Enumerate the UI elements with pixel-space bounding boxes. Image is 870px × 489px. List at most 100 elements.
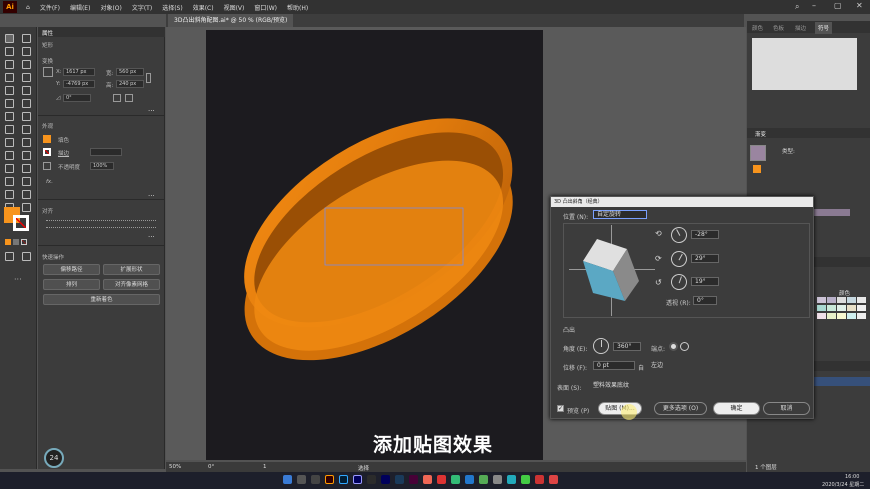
menu-effect[interactable]: 效果(C) [193, 3, 214, 12]
surface-select[interactable]: 塑料效果底纹 [589, 381, 645, 390]
offset-field[interactable]: 0 pt [593, 361, 635, 370]
zoom-tool-icon[interactable] [22, 203, 31, 212]
more-options-icon[interactable]: ··· [148, 107, 155, 115]
search-icon[interactable]: ⌕ [795, 2, 799, 12]
search-taskbar-icon[interactable] [297, 475, 306, 484]
x-field[interactable]: 1617 px [63, 68, 95, 76]
recolor-button[interactable]: 重新着色 [43, 294, 160, 305]
expand-shape-button[interactable]: 扩展形状 [103, 264, 160, 275]
width-tool-icon[interactable] [5, 125, 14, 134]
y-field[interactable]: -4769 px [63, 80, 95, 88]
artboard-tool-icon[interactable] [5, 190, 14, 199]
height-field[interactable]: 240 px [116, 80, 144, 88]
none-mode-icon[interactable] [21, 239, 27, 245]
free-transform-icon[interactable] [22, 125, 31, 134]
app-icon[interactable] [465, 475, 474, 484]
gradient-slider[interactable] [812, 209, 850, 216]
flip-vertical-icon[interactable] [125, 94, 133, 102]
rotate-x-field[interactable]: -28° [691, 230, 719, 239]
app-icon[interactable] [507, 475, 516, 484]
rotate-view[interactable]: 0° [208, 464, 214, 470]
maximize-icon[interactable]: ▢ [834, 1, 842, 10]
preview-checkbox[interactable]: ✓ [557, 405, 564, 412]
home-icon[interactable]: ⌂ [26, 4, 30, 11]
shaper-tool-icon[interactable] [5, 99, 14, 108]
menu-object[interactable]: 对象(O) [100, 3, 121, 12]
swatch[interactable] [837, 313, 846, 319]
draw-mode-icon[interactable] [5, 252, 14, 261]
tab-stroke[interactable]: 描边 [795, 24, 806, 32]
photoshop-taskbar-icon[interactable] [339, 475, 348, 484]
aftereffects-taskbar-icon[interactable] [353, 475, 362, 484]
column-graph-icon[interactable] [22, 177, 31, 186]
line-tool-icon[interactable] [22, 73, 31, 82]
more-options-button[interactable]: 更多选项 (O) [654, 402, 707, 415]
swatch[interactable] [847, 297, 856, 303]
rotation-cube[interactable] [573, 235, 643, 305]
swatch[interactable] [827, 305, 836, 311]
rotate-tool-icon[interactable] [5, 112, 14, 121]
offset-path-button[interactable]: 偏移路径 [43, 264, 100, 275]
eraser-icon[interactable] [22, 99, 31, 108]
eyedropper-icon[interactable] [5, 164, 14, 173]
app-icon[interactable] [493, 475, 502, 484]
align-buttons[interactable] [46, 220, 156, 228]
arrange-button[interactable]: 排列 [43, 279, 100, 290]
pen-tool-icon[interactable] [5, 60, 14, 69]
swatch[interactable] [827, 313, 836, 319]
link-icon[interactable] [146, 73, 151, 83]
premiere-taskbar-icon[interactable] [381, 475, 390, 484]
stroke-color-swatch[interactable] [43, 148, 51, 156]
extrude-angle-field[interactable]: 360° [613, 342, 641, 351]
app-icon[interactable] [409, 475, 418, 484]
cap-off-icon[interactable] [680, 342, 689, 351]
gradient-fill-swatch[interactable] [753, 165, 761, 173]
fill-color-swatch[interactable] [43, 135, 51, 143]
stroke-label[interactable]: 描边 [58, 149, 69, 157]
wechat-icon[interactable] [479, 475, 488, 484]
reference-point-icon[interactable] [43, 67, 53, 77]
symbols-grid[interactable] [752, 38, 857, 90]
menu-select[interactable]: 选择(S) [162, 3, 183, 12]
panel-title[interactable]: 属性 [42, 29, 53, 37]
selection-tool-icon[interactable] [5, 34, 14, 43]
illustrator-taskbar-icon[interactable] [325, 475, 334, 484]
swatch[interactable] [857, 313, 866, 319]
zoom-level[interactable]: 50% [169, 464, 181, 470]
opacity-field[interactable]: 100% [90, 162, 114, 170]
extrude-angle-dial[interactable] [593, 338, 609, 354]
color-mode-icon[interactable] [5, 239, 11, 245]
swatch[interactable] [847, 313, 856, 319]
close-icon[interactable]: ✕ [856, 1, 863, 10]
menu-edit[interactable]: 编辑(E) [70, 3, 90, 12]
perspective-field[interactable]: 0° [693, 296, 717, 305]
swatch[interactable] [847, 305, 856, 311]
align-more-icon[interactable]: ··· [148, 233, 155, 241]
more-tools-icon[interactable]: ··· [14, 275, 22, 284]
magic-wand-icon[interactable] [5, 47, 14, 56]
type-tool-icon[interactable] [5, 73, 14, 82]
menu-file[interactable]: 文件(F) [40, 3, 60, 12]
tab-symbols[interactable]: 符号 [815, 22, 833, 34]
swatch[interactable] [817, 313, 826, 319]
shape-builder-icon[interactable] [5, 138, 14, 147]
flip-horizontal-icon[interactable] [113, 94, 121, 102]
symbol-sprayer-icon[interactable] [5, 177, 14, 186]
cap-on-icon[interactable] [669, 342, 678, 351]
curvature-tool-icon[interactable] [22, 60, 31, 69]
angle-field[interactable]: 0° [63, 94, 91, 102]
swatch[interactable] [817, 305, 826, 311]
swatch[interactable] [837, 297, 846, 303]
rectangle-tool-icon[interactable] [5, 86, 14, 95]
menu-window[interactable]: 窗口(W) [254, 3, 277, 12]
document-tab[interactable]: 3D凸出斜角配图.ai* @ 50 % (RGB/预览) [168, 14, 294, 27]
scale-tool-icon[interactable] [22, 112, 31, 121]
gradient-panel-title[interactable]: 渐变 [755, 130, 766, 138]
tab-swatches[interactable]: 色板 [773, 24, 784, 32]
ok-button[interactable]: 确定 [713, 402, 760, 415]
task-view-icon[interactable] [311, 475, 320, 484]
lasso-icon[interactable] [22, 47, 31, 56]
app-icon[interactable] [367, 475, 376, 484]
minimize-icon[interactable]: – [812, 1, 816, 10]
menu-help[interactable]: 帮助(H) [287, 3, 308, 12]
